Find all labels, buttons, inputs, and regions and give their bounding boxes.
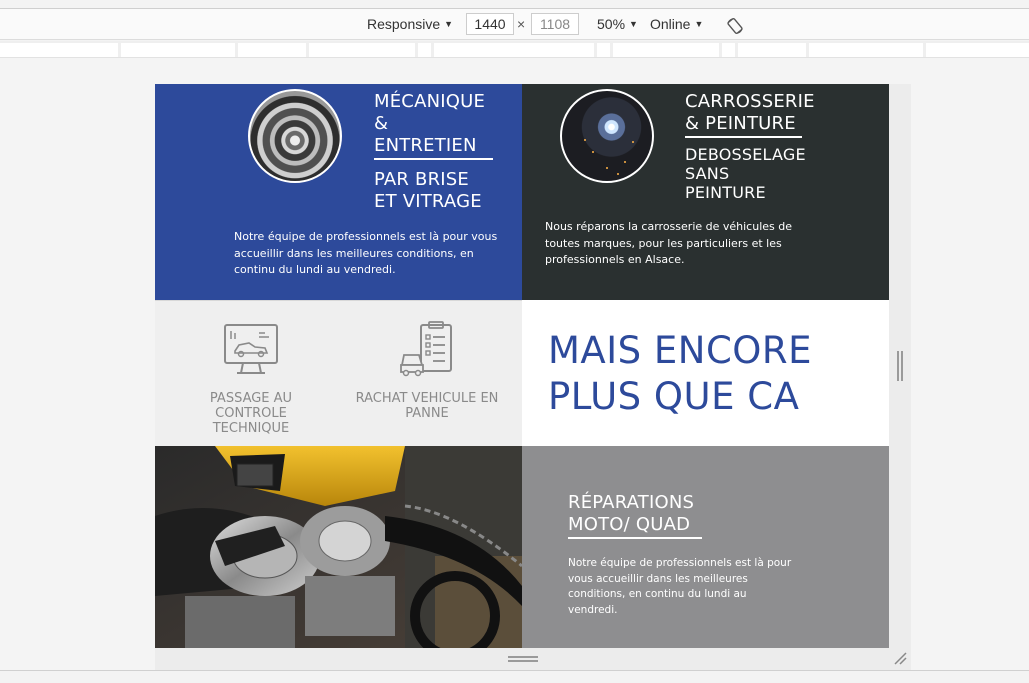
carrosserie-text: Nous réparons la carrosserie de véhicule… [545, 220, 793, 266]
mecanique-subtitle: PAR BRISE ET VITRAGE [374, 169, 482, 212]
service-rachat-vehicule[interactable]: RACHAT VEHICULE EN PANNE [347, 321, 507, 421]
height-input[interactable]: 1108 [531, 13, 579, 35]
service-controle-technique[interactable]: PASSAGE AU CONTROLE TECHNIQUE [173, 323, 329, 436]
zoom-select[interactable]: 50% ▼ [597, 9, 638, 40]
service-label-1b: TECHNIQUE [212, 421, 290, 436]
emulated-viewport: MÉCANIQUE & ENTRETIEN PAR BRISE ET VITRA… [155, 84, 889, 648]
engine-gears-image [248, 89, 342, 183]
mecanique-text: Notre équipe de professionnels est là po… [234, 230, 498, 276]
moto-panel: RÉPARATIONS MOTO/ QUAD Notre équipe de p… [522, 446, 889, 648]
moto-title: RÉPARATIONS MOTO/ QUAD [568, 492, 703, 539]
carrosserie-panel: CARROSSERIE & PEINTURE DEBOSSELAGE SANS … [522, 84, 889, 300]
motorcycle-photo [155, 446, 522, 648]
devtools-top-strip [0, 0, 1029, 9]
motorcycle-image [155, 446, 522, 648]
rotate-button[interactable] [726, 15, 744, 35]
device-label: Responsive [367, 16, 441, 32]
throttling-caret-icon: ▼ [694, 19, 704, 29]
moto-text: Notre équipe de professionnels est là po… [568, 557, 792, 616]
mecanique-panel: MÉCANIQUE & ENTRETIEN PAR BRISE ET VITRA… [155, 84, 522, 300]
carrosserie-title: CARROSSERIE & PEINTURE [685, 91, 815, 138]
headline-title: MAIS ENCORE PLUS QUE CA [548, 329, 812, 418]
width-input[interactable]: 1440 [466, 13, 514, 35]
throttling-label: Online [650, 16, 691, 32]
media-query-ruler[interactable] [0, 41, 1029, 58]
dimension-separator: × [517, 16, 526, 32]
device-select[interactable]: Responsive ▼ [367, 9, 453, 40]
device-toolbar: Responsive ▼ 1440 × 1108 50% ▼ Online ▼ [0, 9, 1029, 40]
carrosserie-subtitle: DEBOSSELAGE SANS PEINTURE [685, 145, 806, 202]
headline-panel: MAIS ENCORE PLUS QUE CA [522, 300, 889, 446]
services-panel: PASSAGE AU CONTROLE TECHNIQUE RACHAT VEH… [155, 300, 522, 446]
zoom-label: 50% [597, 16, 626, 32]
viewport-bottom-resize-handle[interactable] [508, 656, 538, 663]
throttling-select[interactable]: Online ▼ [650, 9, 703, 40]
service-label-2b: PANNE [405, 406, 449, 421]
viewport-corner-resize-handle[interactable] [893, 651, 907, 665]
service-label-1: PASSAGE AU CONTROLE [209, 391, 293, 421]
service-label-2: RACHAT VEHICULE EN [355, 391, 499, 406]
computer-diagnostic-icon [224, 324, 278, 374]
rotate-icon [727, 17, 743, 35]
zoom-caret-icon: ▼ [629, 19, 638, 29]
welding-image [560, 89, 654, 183]
mecanique-title: MÉCANIQUE & ENTRETIEN [374, 91, 493, 160]
devtools-drawer-tabs [0, 670, 1029, 683]
car-checklist-icon [400, 321, 452, 377]
device-caret-icon: ▼ [444, 19, 454, 29]
viewport-right-resize-handle[interactable] [897, 351, 903, 381]
